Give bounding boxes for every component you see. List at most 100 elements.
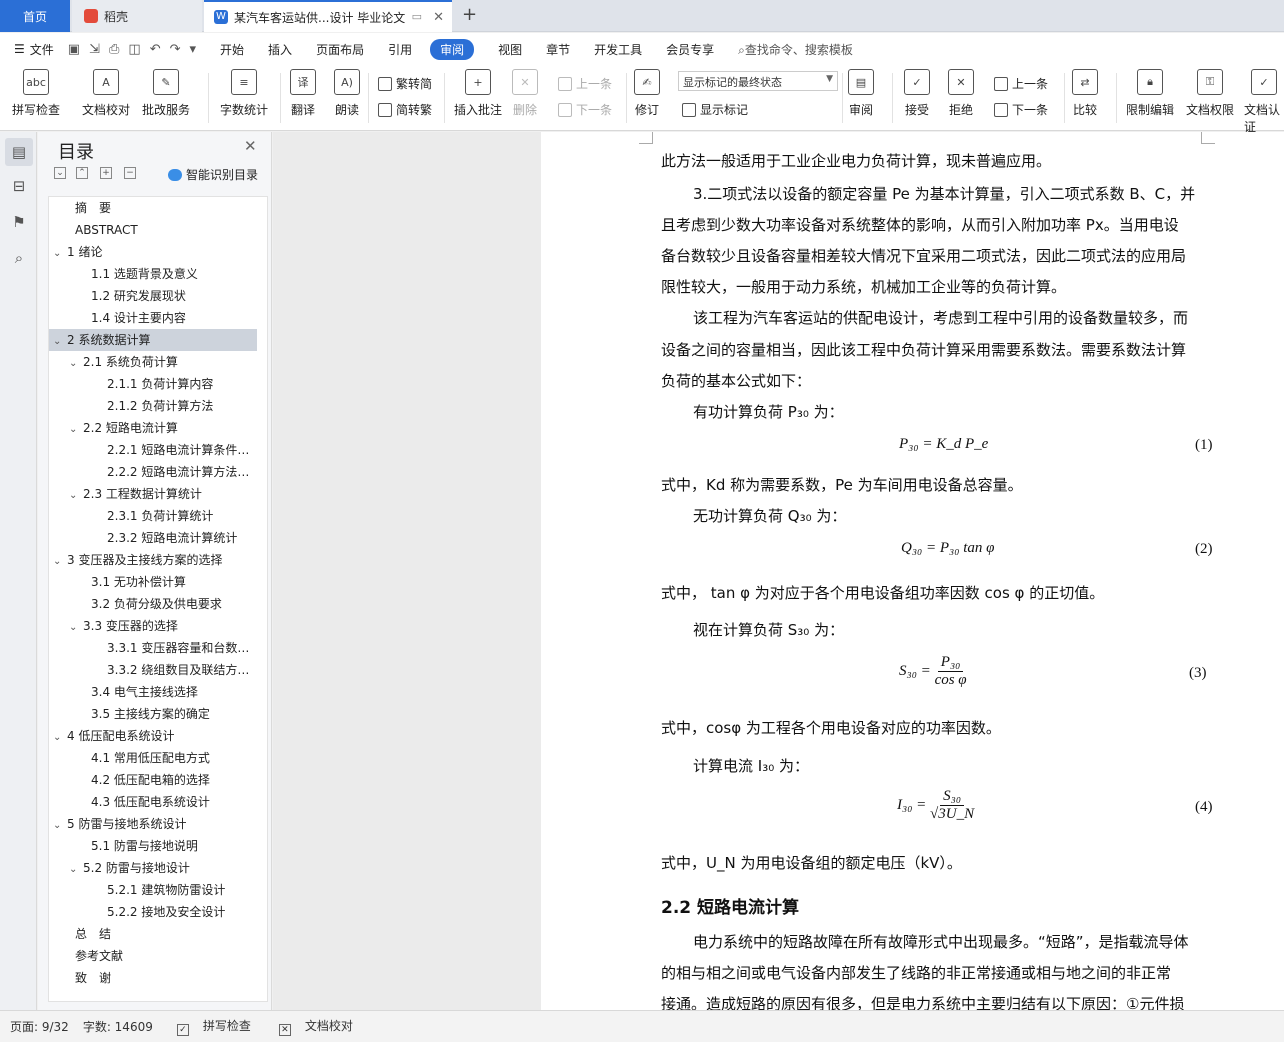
page-indicator[interactable]: 页面: 9/32 <box>10 1018 69 1035</box>
status-spellcheck[interactable]: ✓ 拼写检查 <box>167 1017 251 1036</box>
compare-button[interactable]: ⇄ 比较 <box>1072 69 1098 118</box>
toc-item[interactable]: 3.3.1 变压器容量和台数的... <box>49 637 257 659</box>
toc-item[interactable]: 4.3 低压配电系统设计 <box>49 791 257 813</box>
close-icon[interactable]: ✕ <box>244 137 257 155</box>
chevron-down-icon[interactable]: ⌄ <box>53 243 67 263</box>
spellcheck-button[interactable]: abc 拼写检查 <box>12 69 60 118</box>
expand-all-icon[interactable]: ⌃ <box>76 167 88 179</box>
menu-item-layout[interactable]: 页面布局 <box>316 41 364 58</box>
monitor-icon[interactable]: ▭ <box>412 10 422 23</box>
toc-item[interactable]: 2.2.1 短路电流计算条件及... <box>49 439 257 461</box>
toc-item[interactable]: 5.2.2 接地及安全设计 <box>49 901 257 923</box>
prev-comment-button[interactable]: 上一条 <box>558 75 612 92</box>
remove-heading-icon[interactable]: − <box>124 167 136 179</box>
toc-item[interactable]: 摘 要 <box>49 197 257 219</box>
tab-document[interactable]: W 某汽车客运站供...设计 毕业论文 ▭ ✕ <box>204 0 452 32</box>
translate-button[interactable]: 译翻译 <box>290 69 316 118</box>
menu-item-section[interactable]: 章节 <box>546 41 570 58</box>
reject-button[interactable]: ✕ 拒绝 <box>948 69 974 118</box>
add-heading-icon[interactable]: + <box>100 167 112 179</box>
toc-item[interactable]: ⌄ 2.3 工程数据计算统计 <box>49 483 257 505</box>
undo-icon[interactable]: ↶ <box>150 42 161 57</box>
toc-item[interactable]: 参考文献 <box>49 945 257 967</box>
toc-item[interactable]: 总 结 <box>49 923 257 945</box>
bookmark-icon[interactable]: ⚑ <box>9 212 29 232</box>
menu-item-review[interactable]: 审阅 <box>430 38 475 60</box>
redo-icon[interactable]: ↷ <box>170 42 181 57</box>
toc-item[interactable]: ⌄ 2 系统数据计算 <box>49 329 257 351</box>
new-tab-icon[interactable]: + <box>462 4 477 25</box>
preview-icon[interactable]: ◫ <box>128 42 140 57</box>
doc-cert-button[interactable]: ✓ 文档认证 <box>1244 69 1284 135</box>
toc-item[interactable]: 3.5 主接线方案的确定 <box>49 703 257 725</box>
toc-item[interactable]: 2.3.2 短路电流计算统计 <box>49 527 257 549</box>
toc-item[interactable]: ⌄ 2.1 系统负荷计算 <box>49 351 257 373</box>
next-change-button[interactable]: 下一条 <box>994 101 1048 118</box>
chapter-nav-icon[interactable]: ⊟ <box>9 176 29 196</box>
delete-comment-button[interactable]: ✕ 删除 <box>512 69 538 118</box>
toc-panel-icon[interactable]: ▤ <box>5 138 33 166</box>
toc-item[interactable]: ⌄ 5.2 防雷与接地设计 <box>49 857 257 879</box>
toc-item[interactable]: 2.3.1 负荷计算统计 <box>49 505 257 527</box>
word-count-button[interactable]: ≡ 字数统计 <box>220 69 268 118</box>
read-aloud-button[interactable]: A) 朗读 <box>334 69 360 118</box>
smart-toc-button[interactable]: 智能识别目录 <box>168 166 258 183</box>
menu-item-view[interactable]: 视图 <box>498 41 522 58</box>
toc-item[interactable]: 3.1 无功补偿计算 <box>49 571 257 593</box>
menu-item-reference[interactable]: 引用 <box>388 41 412 58</box>
chevron-down-icon[interactable]: ⌄ <box>53 815 67 835</box>
status-doccheck[interactable]: ✕ 文档校对 <box>269 1017 353 1036</box>
batch-service-button[interactable]: ✎ 批改服务 <box>142 69 190 118</box>
toc-item[interactable]: 2.1.2 负荷计算方法 <box>49 395 257 417</box>
tab-home[interactable]: 首页 <box>0 0 70 32</box>
simp-to-trad-button[interactable]: 简转繁 <box>378 101 432 118</box>
review-pane-button[interactable]: ▤ 审阅 <box>848 69 874 118</box>
markup-state-dropdown[interactable]: 显示标记的最终状态 ▼ <box>678 71 838 91</box>
collapse-all-icon[interactable]: ⌄ <box>54 167 66 179</box>
toc-item[interactable]: ⌄ 3 变压器及主接线方案的选择 <box>49 549 257 571</box>
doc-permission-button[interactable]: ⚿ 文档权限 <box>1186 69 1234 118</box>
command-search[interactable]: ⌕查找命令、搜索模板 <box>738 41 853 58</box>
toc-item[interactable]: 1.2 研究发展现状 <box>49 285 257 307</box>
chevron-down-icon[interactable]: ⌄ <box>69 859 83 879</box>
toc-item[interactable]: 2.2.2 短路电流计算方法及... <box>49 461 257 483</box>
track-changes-button[interactable]: ✍ 修订 <box>634 69 660 118</box>
tab-daoke[interactable]: 稻壳 <box>72 0 202 32</box>
save-icon[interactable]: ▣ <box>68 42 80 57</box>
toc-item[interactable]: 5.1 防雷与接地说明 <box>49 835 257 857</box>
toc-item[interactable]: 1.4 设计主要内容 <box>49 307 257 329</box>
chevron-down-icon[interactable]: ⌄ <box>53 551 67 571</box>
close-tab-icon[interactable]: ✕ <box>433 10 444 25</box>
chevron-down-icon[interactable]: ⌄ <box>69 353 83 373</box>
search-icon[interactable]: ⌕ <box>9 248 29 268</box>
toc-item[interactable]: ABSTRACT <box>49 219 257 241</box>
menu-item-start[interactable]: 开始 <box>220 41 244 58</box>
chevron-down-icon[interactable]: ⌄ <box>69 617 83 637</box>
toc-item[interactable]: ⌄ 2.2 短路电流计算 <box>49 417 257 439</box>
toc-item[interactable]: 2.1.1 负荷计算内容 <box>49 373 257 395</box>
toc-item[interactable]: ⌄ 4 低压配电系统设计 <box>49 725 257 747</box>
toc-item[interactable]: ⌄ 5 防雷与接地系统设计 <box>49 813 257 835</box>
next-comment-button[interactable]: 下一条 <box>558 101 612 118</box>
menu-item-insert[interactable]: 插入 <box>268 41 292 58</box>
file-menu[interactable]: ☰ 文件 <box>14 41 54 58</box>
toc-item[interactable]: ⌄ 3.3 变压器的选择 <box>49 615 257 637</box>
toc-item[interactable]: ⌄ 1 绪论 <box>49 241 257 263</box>
toc-item[interactable]: 1.1 选题背景及意义 <box>49 263 257 285</box>
prev-change-button[interactable]: 上一条 <box>994 75 1048 92</box>
chevron-down-icon[interactable]: ⌄ <box>69 419 83 439</box>
show-markup-button[interactable]: 显示标记 <box>682 101 748 118</box>
print-icon[interactable]: ⎙ <box>109 42 119 57</box>
insert-comment-button[interactable]: + 插入批注 <box>454 69 502 118</box>
toc-item[interactable]: 3.4 电气主接线选择 <box>49 681 257 703</box>
toc-item[interactable]: 3.2 负荷分级及供电要求 <box>49 593 257 615</box>
toc-item[interactable]: 5.2.1 建筑物防雷设计 <box>49 879 257 901</box>
toc-item[interactable]: 3.3.2 绕组数目及联结方式... <box>49 659 257 681</box>
chevron-down-icon[interactable]: ⌄ <box>53 727 67 747</box>
doc-check-button[interactable]: A 文档校对 <box>82 69 130 118</box>
toc-item[interactable]: 4.1 常用低压配电方式 <box>49 747 257 769</box>
toc-item[interactable]: 4.2 低压配电箱的选择 <box>49 769 257 791</box>
customize-icon[interactable]: ▾ <box>190 42 197 57</box>
toc-item[interactable]: 致 谢 <box>49 967 257 989</box>
trad-to-simp-button[interactable]: 繁转简 <box>378 75 432 92</box>
